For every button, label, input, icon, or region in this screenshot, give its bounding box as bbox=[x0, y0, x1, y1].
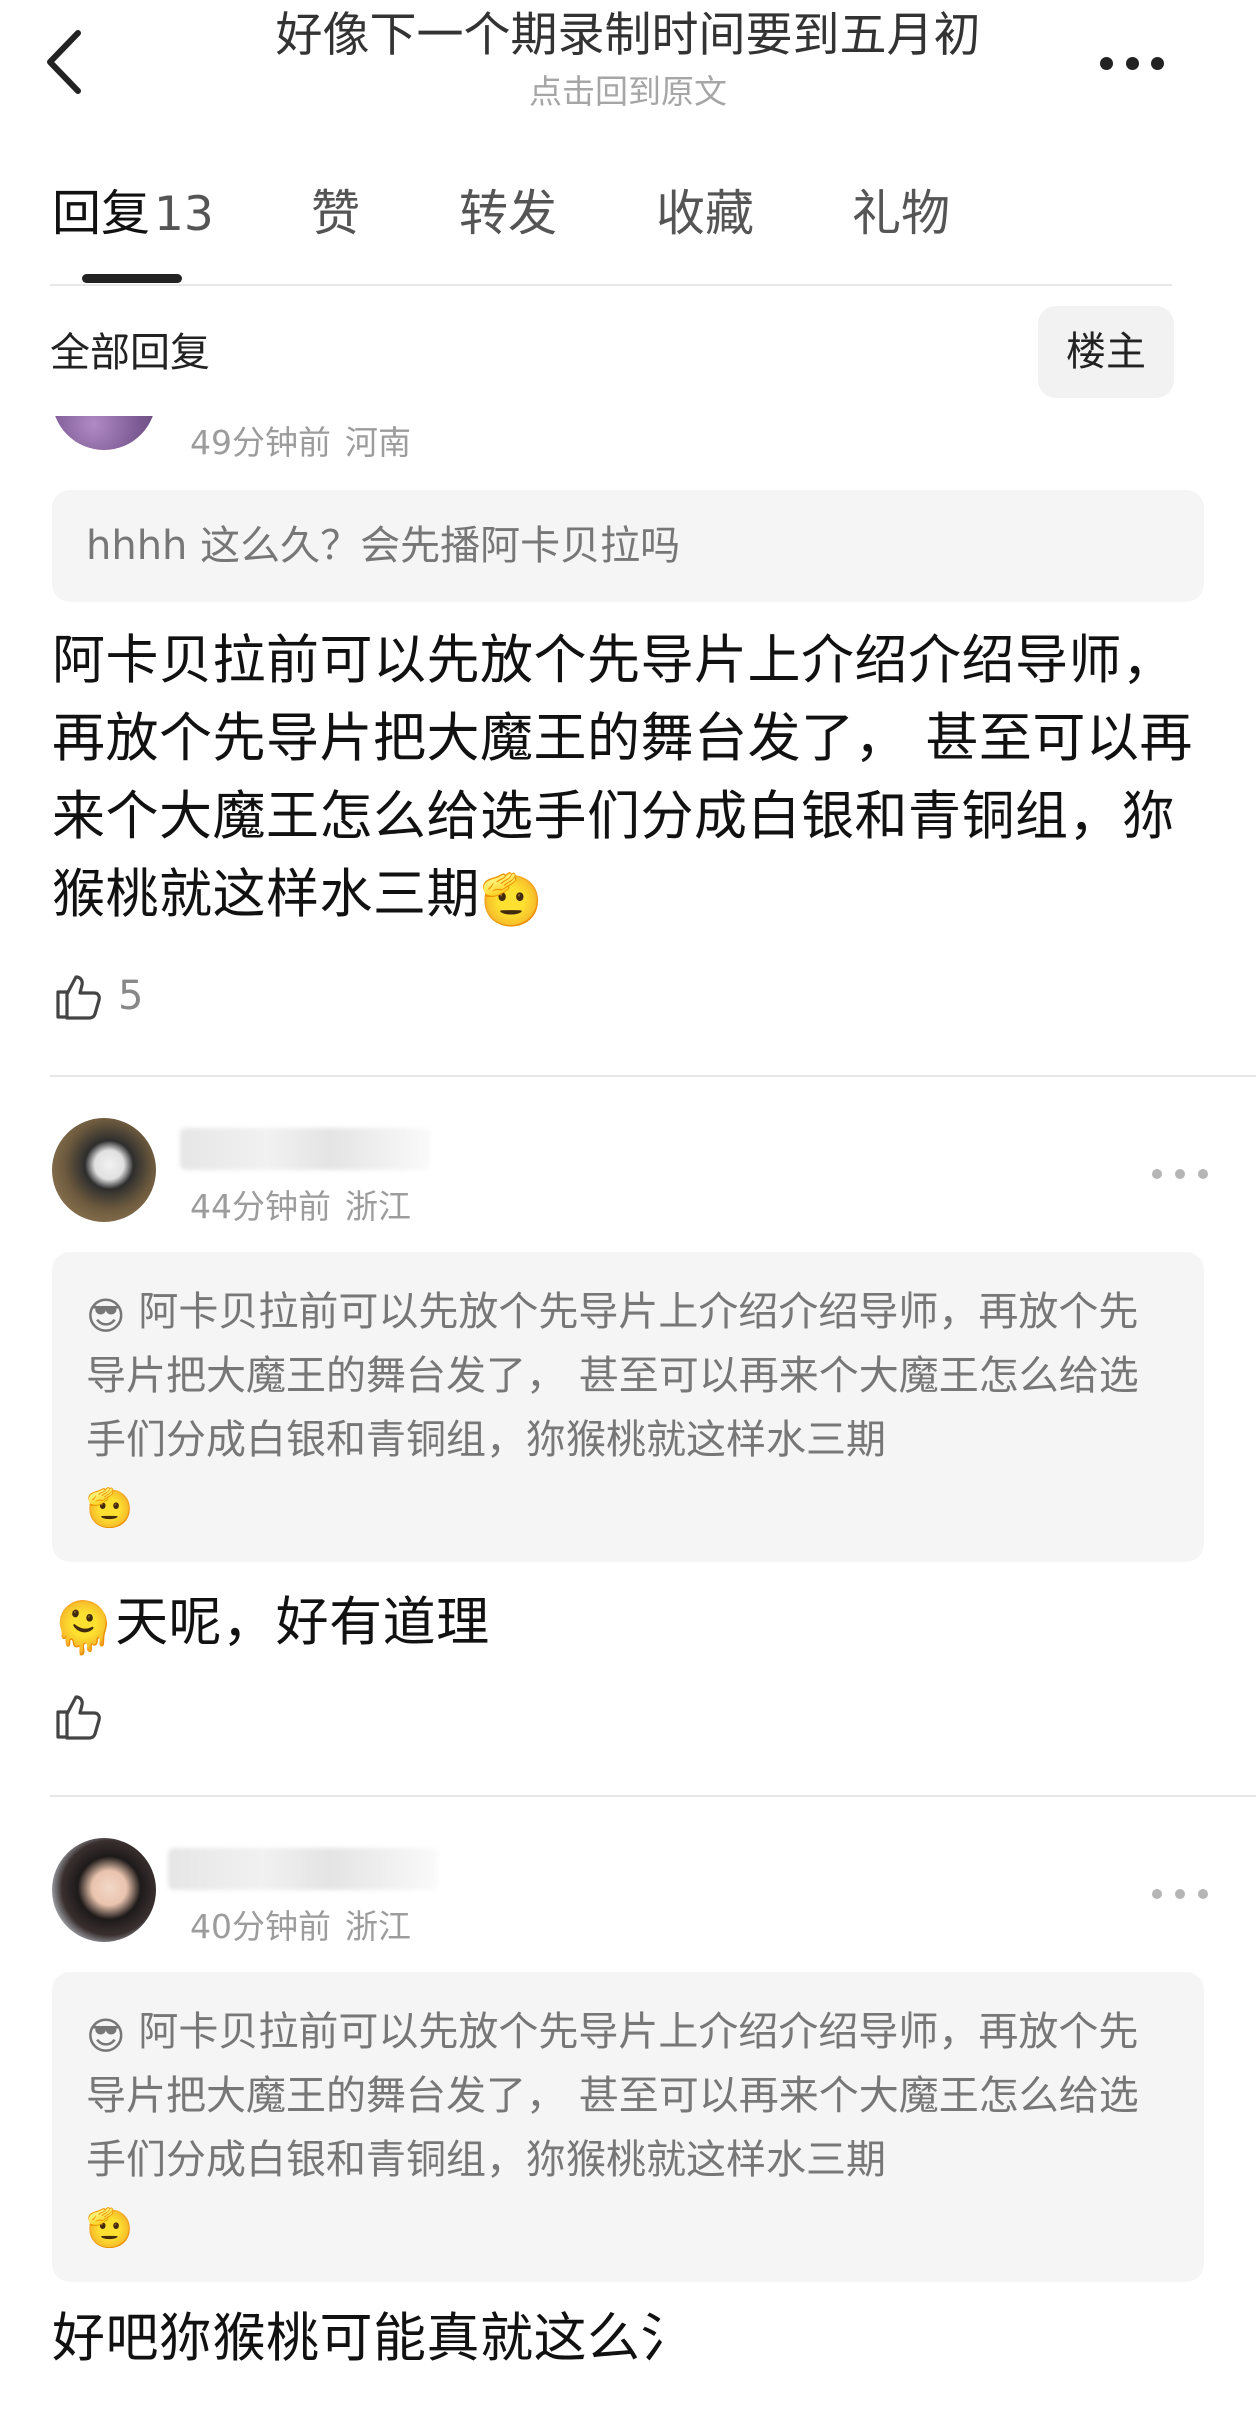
more-options-button[interactable] bbox=[1092, 38, 1172, 88]
more-dot bbox=[1125, 56, 1139, 70]
more-dot bbox=[1198, 1169, 1208, 1179]
quoted-text: 阿卡贝拉前可以先放个先导片上介绍介绍导师，再放个先导片把大魔王的舞台发了， 甚至… bbox=[86, 1289, 1139, 1463]
more-dot bbox=[1175, 1889, 1185, 1899]
tab-reposts[interactable]: 转发 bbox=[459, 182, 557, 246]
tab-likes[interactable]: 赞 bbox=[311, 182, 360, 246]
comment-divider bbox=[50, 1795, 1256, 1797]
like-button[interactable] bbox=[52, 1690, 104, 1742]
thumbs-up-icon bbox=[56, 975, 101, 1020]
quoted-text: hhhh 这么久？会先播阿卡贝拉吗 bbox=[86, 523, 681, 569]
more-horizontal-icon bbox=[1100, 56, 1113, 70]
comment-text: 天呢，好有道理 bbox=[115, 1592, 490, 1653]
more-dot bbox=[1151, 56, 1164, 70]
comment-time: 40分钟前 bbox=[190, 1907, 331, 1946]
sunglasses-emoji: 😎 bbox=[86, 2013, 126, 2058]
avatar[interactable] bbox=[52, 1118, 156, 1222]
comment-meta: 44分钟前 浙江 bbox=[190, 1185, 411, 1229]
comment-text: 阿卡贝拉前可以先放个先导片上介绍介绍导师，再放个先导片把大魔王的舞台发了， 甚至… bbox=[52, 630, 1193, 925]
comment-body: 🫠天呢，好有道理 bbox=[52, 1584, 1212, 1662]
comment-location: 浙江 bbox=[345, 1907, 411, 1946]
comment-location: 浙江 bbox=[345, 1187, 411, 1226]
thumbs-up-icon bbox=[56, 1695, 101, 1740]
melting-face-emoji: 🫠 bbox=[52, 1598, 116, 1658]
quoted-comment[interactable]: hhhh 这么久？会先播阿卡贝拉吗 bbox=[52, 490, 1204, 602]
like-button[interactable]: 5 bbox=[52, 970, 143, 1022]
back-button[interactable] bbox=[34, 22, 94, 102]
tab-gifts[interactable]: 礼物 bbox=[852, 182, 950, 246]
like-count: 5 bbox=[118, 973, 144, 1019]
quoted-text: 阿卡贝拉前可以先放个先导片上介绍介绍导师，再放个先导片把大魔王的舞台发了， 甚至… bbox=[86, 2009, 1139, 2183]
username-blurred[interactable] bbox=[168, 1848, 438, 1890]
tab-replies-label: 回复 bbox=[52, 185, 151, 242]
comment-more-button[interactable] bbox=[1152, 1884, 1208, 1904]
saluting-face-emoji: 🫡 bbox=[86, 2205, 134, 2250]
comment-text: 好吧狝猴桃可能真就这么氵 bbox=[52, 2308, 694, 2369]
avatar[interactable] bbox=[52, 1838, 156, 1942]
comment-meta: 49分钟前 河南 bbox=[190, 421, 411, 465]
tab-replies-count: 13 bbox=[154, 187, 214, 242]
comment-time: 49分钟前 bbox=[190, 423, 331, 462]
more-dot bbox=[1175, 1169, 1185, 1179]
page-title[interactable]: 好像下一个期录制时间要到五月初 bbox=[180, 6, 1076, 66]
saluting-face-emoji: 🫡 bbox=[86, 1485, 134, 1530]
saluting-face-emoji: 🫡 bbox=[480, 870, 544, 930]
back-to-original-link[interactable]: 点击回到原文 bbox=[380, 72, 876, 112]
comment-body: 好吧狝猴桃可能真就这么氵 bbox=[52, 2300, 1212, 2378]
more-horizontal-icon bbox=[1152, 1169, 1162, 1179]
active-tab-indicator bbox=[82, 274, 182, 283]
comment-more-button[interactable] bbox=[1152, 1164, 1208, 1184]
comment-meta: 40分钟前 浙江 bbox=[190, 1905, 411, 1949]
quoted-comment[interactable]: 😎 阿卡贝拉前可以先放个先导片上介绍介绍导师，再放个先导片把大魔王的舞台发了， … bbox=[52, 1972, 1204, 2282]
tab-replies[interactable]: 回复13 bbox=[52, 182, 214, 246]
comment-location: 河南 bbox=[345, 423, 411, 462]
comment-body: 阿卡贝拉前可以先放个先导片上介绍介绍导师，再放个先导片把大魔王的舞台发了， 甚至… bbox=[52, 622, 1212, 934]
quoted-comment[interactable]: 😎 阿卡贝拉前可以先放个先导片上介绍介绍导师，再放个先导片把大魔王的舞台发了， … bbox=[52, 1252, 1204, 1562]
more-horizontal-icon bbox=[1152, 1889, 1162, 1899]
username-blurred[interactable] bbox=[180, 1128, 430, 1170]
comment-time: 44分钟前 bbox=[190, 1187, 331, 1226]
more-dot bbox=[1198, 1889, 1208, 1899]
tabs-divider bbox=[50, 284, 1172, 286]
chevron-left-icon bbox=[47, 30, 81, 94]
owner-only-button[interactable]: 楼主 bbox=[1038, 306, 1174, 398]
tab-favorites[interactable]: 收藏 bbox=[656, 182, 754, 246]
comment-divider bbox=[50, 1075, 1256, 1077]
sunglasses-emoji: 😎 bbox=[86, 1293, 126, 1338]
all-replies-label: 全部回复 bbox=[50, 330, 210, 376]
